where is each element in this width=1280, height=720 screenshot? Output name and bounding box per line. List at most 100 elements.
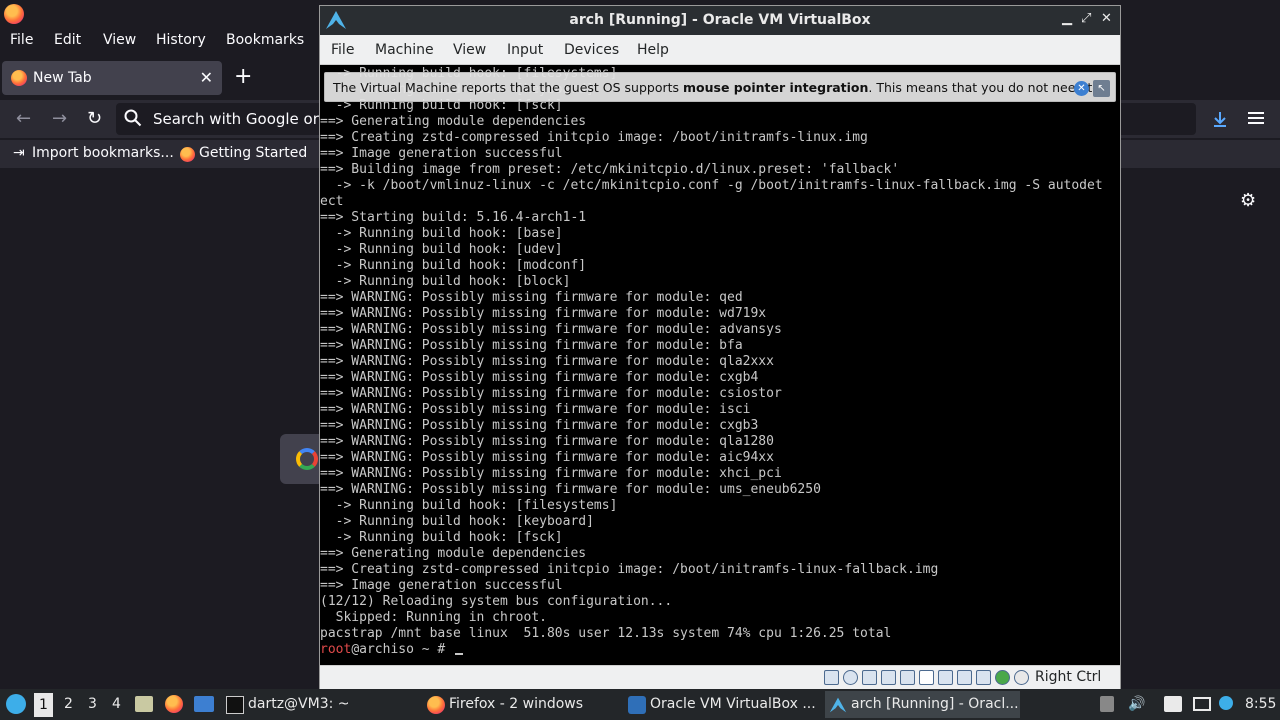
tray-trash-icon[interactable] xyxy=(1100,696,1114,712)
recording-icon[interactable] xyxy=(957,670,972,685)
firefox-launcher-icon[interactable] xyxy=(165,695,183,713)
terminal-line: ==> Generating module dependencies xyxy=(320,546,587,561)
minimize-icon[interactable]: ▁ xyxy=(1062,11,1072,26)
terminal-line: -> Running build hook: [modconf] xyxy=(320,258,587,273)
gear-icon[interactable]: ⚙ xyxy=(1240,190,1256,211)
tab-label: New Tab xyxy=(33,70,92,86)
terminal-line: -> Running build hook: [block] xyxy=(320,274,571,289)
terminal-line: ==> WARNING: Possibly missing firmware f… xyxy=(320,290,743,305)
vbox-menu-devices[interactable]: Devices xyxy=(564,42,619,58)
task-arch-vm[interactable]: arch [Running] - Oracl... xyxy=(825,691,1020,718)
url-placeholder: Search with Google or e xyxy=(153,110,333,128)
search-icon xyxy=(124,109,142,127)
task-virtualbox-manager[interactable]: Oracle VM VirtualBox ... xyxy=(624,691,819,718)
terminal-line: -> Running build hook: [udev] xyxy=(320,242,563,257)
clipboard-icon[interactable] xyxy=(1164,696,1182,712)
prompt-host: @archiso ~ # xyxy=(351,642,454,657)
hamburger-menu-icon[interactable] xyxy=(1248,111,1264,125)
vbox-titlebar[interactable]: arch [Running] - Oracle VM VirtualBox ▁ … xyxy=(320,6,1120,35)
usb-icon[interactable] xyxy=(900,670,915,685)
new-tab-plus-icon[interactable]: + xyxy=(234,64,252,89)
ff-menu-edit[interactable]: Edit xyxy=(54,32,81,48)
firefox-favicon-icon xyxy=(11,70,27,86)
terminal-line: ==> Creating zstd-compressed initcpio im… xyxy=(320,130,868,145)
vbox-menu-view[interactable]: View xyxy=(453,42,486,58)
ff-menu-bookmarks[interactable]: Bookmarks xyxy=(226,32,304,48)
terminal-line: ==> WARNING: Possibly missing firmware f… xyxy=(320,450,774,465)
google-logo-icon xyxy=(296,448,318,470)
notice-close-icon[interactable]: ✕ xyxy=(1074,81,1089,96)
hard-disk-icon[interactable] xyxy=(824,670,839,685)
back-arrow-icon[interactable]: ← xyxy=(16,108,31,129)
tab-close-icon[interactable]: ✕ xyxy=(200,68,213,87)
virtualbox-window: arch [Running] - Oracle VM VirtualBox ▁ … xyxy=(319,5,1121,689)
display-icon[interactable] xyxy=(938,670,953,685)
maximize-icon[interactable]: ⤢ xyxy=(1081,11,1091,26)
app-launcher-icon[interactable] xyxy=(6,694,26,714)
display-tray-icon[interactable] xyxy=(1193,697,1211,711)
shared-folders-icon[interactable] xyxy=(919,670,934,685)
virtualbox-icon xyxy=(628,696,646,714)
file-manager-icon[interactable] xyxy=(135,696,153,712)
network-icon[interactable] xyxy=(881,670,896,685)
text-cursor xyxy=(455,653,464,655)
workspace-3[interactable]: 3 xyxy=(88,696,97,712)
terminal-line: ==> WARNING: Possibly missing firmware f… xyxy=(320,306,767,321)
ff-menu-file[interactable]: File xyxy=(10,32,33,48)
notice-text-post: . This means that you do not need to xyxy=(868,80,1100,95)
vbox-menu-file[interactable]: File xyxy=(331,42,354,58)
firefox-task-icon xyxy=(427,696,445,714)
close-icon[interactable]: ✕ xyxy=(1101,11,1112,26)
terminal-line: ==> WARNING: Possibly missing firmware f… xyxy=(320,482,821,497)
vbox-menu-machine[interactable]: Machine xyxy=(375,42,434,58)
terminal-line: ==> WARNING: Possibly missing firmware f… xyxy=(320,418,759,433)
ff-menu-view[interactable]: View xyxy=(103,32,136,48)
terminal-line: -> Running build hook: [keyboard] xyxy=(320,514,594,529)
audio-icon[interactable] xyxy=(862,670,877,685)
terminal-line: ==> WARNING: Possibly missing firmware f… xyxy=(320,338,743,353)
terminal-line: ==> WARNING: Possibly missing firmware f… xyxy=(320,434,774,449)
terminal-line: ==> Image generation successful xyxy=(320,578,563,593)
vbox-menubar: File Machine View Input Devices Help xyxy=(320,35,1120,65)
workspace-1[interactable]: 1 xyxy=(34,693,53,717)
download-icon[interactable] xyxy=(1211,110,1229,128)
guest-additions-icon[interactable] xyxy=(995,670,1010,685)
terminal-line: ==> WARNING: Possibly missing firmware f… xyxy=(320,466,782,481)
volume-icon[interactable]: 🔊 xyxy=(1128,696,1145,712)
terminal-line: ==> Starting build: 5.16.4-arch1-1 xyxy=(320,210,587,225)
ff-menu-history[interactable]: History xyxy=(156,32,206,48)
terminal-line: ==> Building image from preset: /etc/mki… xyxy=(320,162,900,177)
vm-screen[interactable]: -> Running build hook: [filesystems] -> … xyxy=(320,66,1120,665)
mouse-integration-icon[interactable] xyxy=(1014,670,1029,685)
getting-started-favicon-icon xyxy=(180,147,195,162)
task-vbox-manager-label: Oracle VM VirtualBox ... xyxy=(650,696,816,712)
workspace-4[interactable]: 4 xyxy=(112,696,121,712)
terminal-line: ==> WARNING: Possibly missing firmware f… xyxy=(320,386,782,401)
notification-icon[interactable] xyxy=(1219,696,1233,710)
reload-icon[interactable]: ↻ xyxy=(87,108,102,129)
import-icon: ⇥ xyxy=(13,145,25,161)
cpu-icon[interactable] xyxy=(976,670,991,685)
terminal-icon xyxy=(226,696,244,714)
terminal-line: -> -k /boot/vmlinuz-linux -c /etc/mkinit… xyxy=(320,178,1103,193)
task-arch-vm-label: arch [Running] - Oracl... xyxy=(851,696,1019,712)
forward-arrow-icon[interactable]: → xyxy=(52,108,67,129)
vbox-menu-help[interactable]: Help xyxy=(637,42,669,58)
task-firefox[interactable]: Firefox - 2 windows xyxy=(423,691,618,718)
desktop-icon[interactable] xyxy=(194,696,214,712)
terminal-line: -> Running build hook: [base] xyxy=(320,226,563,241)
workspace-2[interactable]: 2 xyxy=(64,696,73,712)
tab-new-tab[interactable]: New Tab ✕ xyxy=(2,61,222,95)
bookmark-getting-started[interactable]: Getting Started xyxy=(199,145,307,161)
vbox-menu-input[interactable]: Input xyxy=(507,42,543,58)
notice-text: The Virtual Machine reports that the gue… xyxy=(333,80,1100,95)
optical-drive-icon[interactable] xyxy=(843,670,858,685)
desktop: File Edit View History Bookmarks New Tab… xyxy=(0,0,1280,720)
task-terminal[interactable]: dartz@VM3: ~ xyxy=(222,691,417,718)
firefox-logo-icon xyxy=(4,4,24,24)
terminal-line: ==> WARNING: Possibly missing firmware f… xyxy=(320,370,759,385)
task-terminal-label: dartz@VM3: ~ xyxy=(248,696,350,712)
terminal-line: ==> Image generation successful xyxy=(320,146,563,161)
notice-mouse-off-icon[interactable]: ↖ xyxy=(1093,80,1110,97)
bookmark-import[interactable]: Import bookmarks... xyxy=(32,145,174,161)
